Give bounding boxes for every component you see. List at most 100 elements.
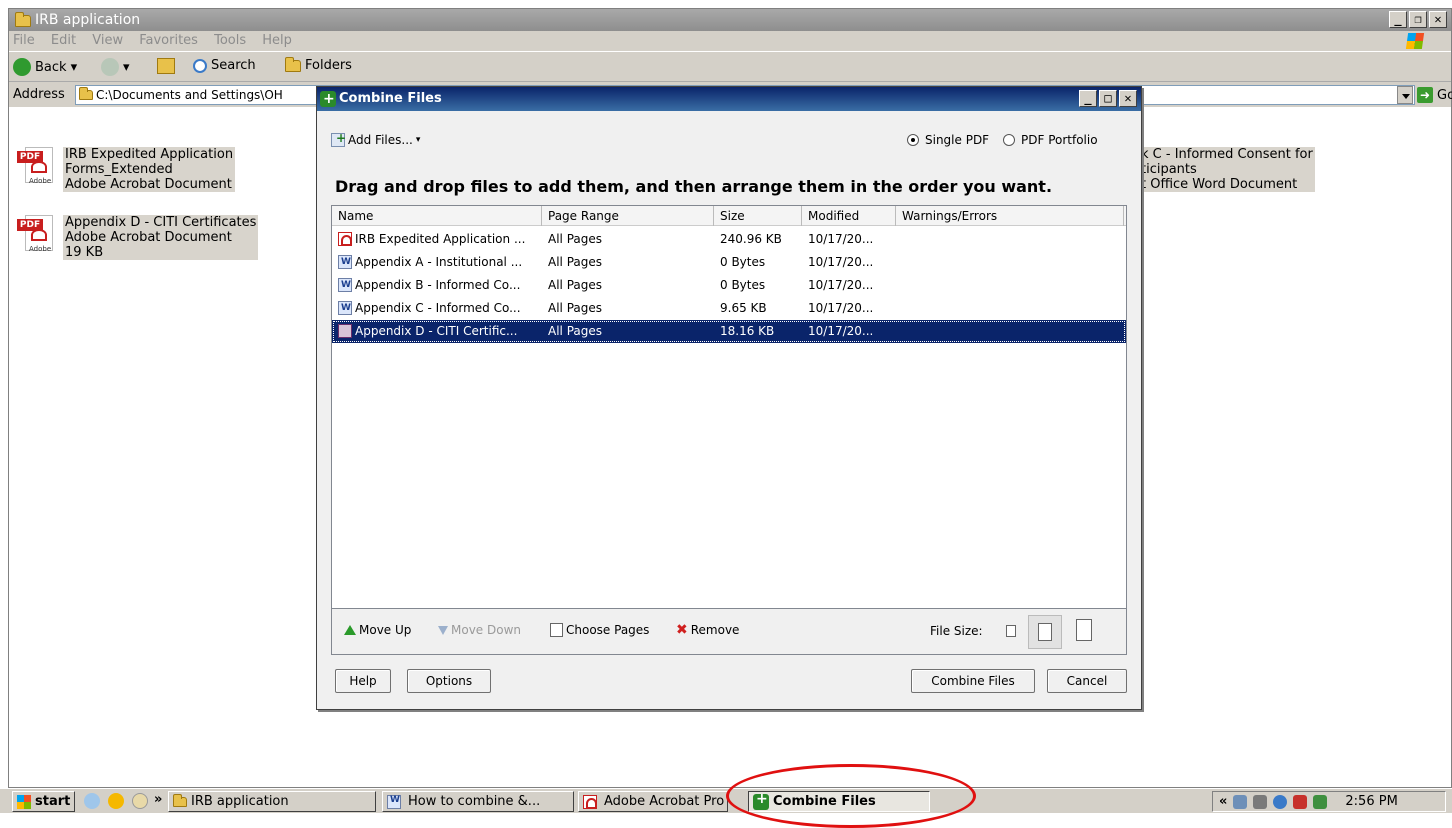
remove-button[interactable]: ✖ Remove — [676, 623, 739, 637]
menu-file[interactable]: File — [13, 33, 35, 48]
tray-volume-icon[interactable] — [1253, 794, 1268, 809]
up-arrow-icon — [344, 625, 356, 635]
table-row-selected[interactable]: Appendix D - CITI Certific... All Pages … — [332, 320, 1126, 343]
restore-button[interactable]: ❐ — [1409, 11, 1427, 28]
tray-expand-icon[interactable]: « — [1219, 794, 1227, 809]
tray-search-icon[interactable] — [1273, 794, 1288, 809]
choose-pages-button[interactable]: Choose Pages — [550, 623, 649, 637]
move-down-button[interactable]: Move Down — [438, 623, 521, 637]
move-down-label: Move Down — [451, 623, 521, 637]
go-label: Go — [1437, 87, 1452, 103]
tray-clock[interactable]: 2:56 PM — [1345, 794, 1397, 809]
file-name-line: k C - Informed Consent for — [1141, 147, 1313, 162]
column-header-page-range[interactable]: Page Range — [542, 206, 714, 226]
table-row[interactable]: Appendix A - Institutional ... All Pages… — [332, 251, 1126, 274]
row-size: 9.65 KB — [720, 301, 767, 315]
move-up-button[interactable]: Move Up — [344, 623, 411, 637]
pdf-file-icon: PDF Adobe — [17, 147, 57, 187]
task-how-to-combine[interactable]: How to combine &... — [382, 791, 574, 812]
radio-pdf-portfolio[interactable]: PDF Portfolio — [1003, 133, 1098, 147]
table-row[interactable]: Appendix C - Informed Co... All Pages 9.… — [332, 297, 1126, 320]
quicklaunch-desktop-icon[interactable] — [84, 793, 100, 809]
cancel-button[interactable]: Cancel — [1047, 669, 1127, 693]
menu-help[interactable]: Help — [262, 33, 292, 48]
task-label: Combine Files — [773, 794, 876, 809]
menu-view[interactable]: View — [92, 33, 123, 48]
start-button[interactable]: start — [12, 791, 76, 812]
menu-tools[interactable]: Tools — [214, 33, 246, 48]
add-files-button[interactable]: Add Files... ▾ — [331, 131, 420, 147]
explorer-titlebar[interactable]: IRB application _ ❐ ✕ — [9, 9, 1451, 31]
file-name-line: Forms_Extended — [65, 162, 173, 177]
go-button[interactable]: ➜ Go — [1397, 86, 1452, 104]
table-row[interactable]: Appendix B - Informed Co... All Pages 0 … — [332, 274, 1126, 297]
row-name: Appendix A - Institutional ... — [338, 251, 542, 274]
address-dropdown-arrow-icon[interactable] — [1397, 86, 1413, 104]
radio-single-pdf[interactable]: Single PDF — [907, 133, 989, 147]
back-arrow-icon — [13, 58, 31, 76]
remove-label: Remove — [690, 623, 740, 637]
file-item-irb-application[interactable]: PDF Adobe IRB Expedited Application Forms… — [17, 147, 236, 192]
explorer-toolbar: Back ▾ ▾ Search Folders — [9, 51, 1451, 81]
file-label: IRB Expedited Application Forms_Extended… — [63, 147, 236, 192]
row-name-text: IRB Expedited Application ... — [355, 232, 526, 246]
options-button[interactable]: Options — [407, 669, 491, 693]
minimize-button[interactable]: _ — [1389, 11, 1407, 28]
help-button[interactable]: Help — [335, 669, 391, 693]
tray-alert-icon[interactable] — [1293, 794, 1308, 809]
dropdown-arrow-icon: ▾ — [70, 59, 78, 75]
row-name: Appendix C - Informed Co... — [338, 297, 542, 320]
quicklaunch-overflow-icon[interactable]: » — [154, 792, 162, 807]
tray-network-icon[interactable] — [1233, 794, 1248, 809]
tray-security-icon[interactable] — [1313, 794, 1328, 809]
quicklaunch-browser-icon[interactable] — [108, 793, 124, 809]
add-file-icon — [331, 131, 346, 147]
acrobat-icon — [583, 794, 597, 809]
row-size: 0 Bytes — [720, 278, 766, 292]
word-document-icon — [338, 297, 352, 320]
combine-files-button[interactable]: Combine Files — [911, 669, 1035, 693]
menu-edit[interactable]: Edit — [51, 33, 76, 48]
search-icon — [193, 58, 207, 73]
file-item-appendix-c[interactable]: k C - Informed Consent for ticipants t O… — [1139, 147, 1315, 192]
quicklaunch-media-icon[interactable] — [132, 793, 148, 809]
pages-icon — [550, 623, 563, 637]
dialog-title: Combine Files — [339, 91, 442, 106]
list-header: Name Page Range Size Modified Warnings/E… — [332, 206, 1126, 226]
column-header-warnings[interactable]: Warnings/Errors — [896, 206, 1124, 226]
back-label: Back — [35, 59, 67, 75]
row-page-range: All Pages — [548, 301, 602, 315]
system-tray: « 2:56 PM — [1212, 791, 1446, 812]
file-size-large-icon[interactable] — [1076, 619, 1092, 641]
combine-files-icon — [320, 87, 336, 111]
back-button[interactable]: Back ▾ — [13, 58, 77, 76]
search-button[interactable]: Search — [193, 58, 256, 73]
file-item-appendix-d[interactable]: PDF Adobe Appendix D - CITI Certificates … — [17, 215, 259, 260]
task-irb-application[interactable]: IRB application — [168, 791, 376, 812]
row-modified: 10/17/20... — [808, 301, 874, 315]
file-size-default-option[interactable] — [1028, 615, 1062, 649]
dropdown-arrow-icon: ▾ — [123, 59, 130, 75]
column-header-name[interactable]: Name — [332, 206, 542, 226]
row-name-text: Appendix C - Informed Co... — [355, 301, 521, 315]
up-folder-icon — [157, 58, 175, 74]
row-page-range: All Pages — [548, 255, 602, 269]
up-folder-button[interactable] — [157, 58, 175, 74]
file-type-line: t Office Word Document — [1141, 177, 1298, 192]
explorer-title: IRB application — [35, 12, 141, 28]
folders-button[interactable]: Folders — [285, 56, 352, 73]
task-adobe-acrobat[interactable]: Adobe Acrobat Pro — [578, 791, 728, 812]
dialog-close-button[interactable]: ✕ — [1119, 90, 1137, 107]
table-row[interactable]: IRB Expedited Application ... All Pages … — [332, 228, 1126, 251]
task-combine-files[interactable]: Combine Files — [748, 791, 930, 812]
dialog-minimize-button[interactable]: _ — [1079, 90, 1097, 107]
column-header-size[interactable]: Size — [714, 206, 802, 226]
menu-favorites[interactable]: Favorites — [139, 33, 198, 48]
close-button[interactable]: ✕ — [1429, 11, 1447, 28]
dialog-maximize-button[interactable]: □ — [1099, 90, 1117, 107]
file-list[interactable]: Name Page Range Size Modified Warnings/E… — [331, 205, 1127, 609]
file-size-small-icon[interactable] — [1006, 625, 1016, 637]
forward-button[interactable]: ▾ — [101, 58, 130, 76]
dialog-titlebar[interactable]: Combine Files _ □ ✕ — [317, 87, 1141, 111]
column-header-modified[interactable]: Modified — [802, 206, 896, 226]
